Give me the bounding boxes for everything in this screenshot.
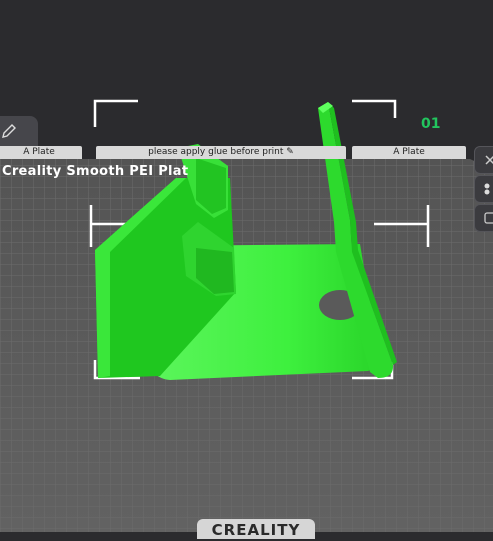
arrange-plate-button[interactable] (474, 175, 493, 203)
creality-logo: CREALITY (197, 519, 315, 539)
3d-viewport[interactable]: A Plate please apply glue before print ✎… (0, 0, 493, 539)
arrange-icon (484, 183, 490, 195)
plate-tab-center[interactable]: please apply glue before print ✎ (96, 146, 346, 159)
plate-hint-text: please apply glue before print (148, 147, 284, 157)
plate-tab-left-label: A Plate (23, 147, 55, 157)
close-icon (485, 155, 493, 165)
plate-tab-right-label: A Plate (393, 147, 425, 157)
more-icon (484, 212, 493, 224)
more-plate-button[interactable] (474, 204, 493, 232)
plate-name-label: Creality Smooth PEI Plat (2, 164, 189, 179)
close-plate-button[interactable] (474, 146, 493, 174)
plate-tab-right[interactable]: A Plate (352, 146, 466, 159)
plate-tab-left[interactable]: A Plate (0, 146, 82, 159)
pencil-icon (2, 124, 16, 138)
plate-number: 01 (421, 116, 441, 132)
edit-tool-button[interactable] (0, 116, 38, 146)
edit-icon[interactable]: ✎ (286, 147, 294, 157)
